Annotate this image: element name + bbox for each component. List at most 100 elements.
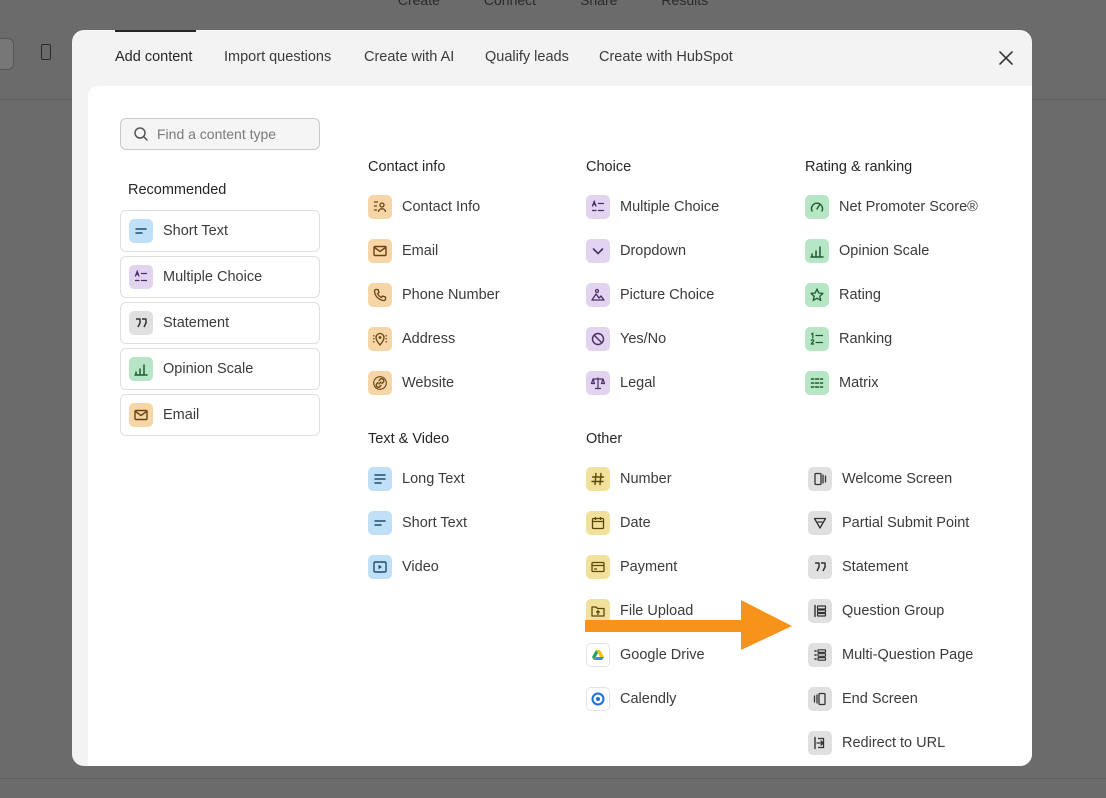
tab-create-with-hubspot[interactable]: Create with HubSpot <box>599 49 733 65</box>
item-welcome-screen[interactable]: Welcome Screen <box>808 466 952 492</box>
recommended-item-label: Statement <box>163 315 230 331</box>
background-nav-share: Share <box>580 0 618 8</box>
other-heading: Other <box>586 431 623 447</box>
multiple-choice-icon <box>586 195 610 219</box>
item-email[interactable]: Email <box>368 238 438 264</box>
question-group-icon <box>808 599 832 623</box>
item-label: Question Group <box>842 603 945 619</box>
background-nav-results: Results <box>661 0 709 8</box>
search-icon <box>134 127 148 141</box>
item-label: Website <box>402 375 455 391</box>
chevron-down-icon <box>586 239 610 263</box>
item-label: Opinion Scale <box>839 243 930 259</box>
long-text-icon <box>368 467 392 491</box>
ranking-icon <box>805 327 829 351</box>
recommended-item-label: Opinion Scale <box>163 361 254 377</box>
item-rating[interactable]: Rating <box>805 282 881 308</box>
item-question-group[interactable]: Question Group <box>808 598 944 624</box>
item-payment[interactable]: Payment <box>586 554 677 580</box>
item-dropdown[interactable]: Dropdown <box>586 238 686 264</box>
search-input[interactable] <box>157 126 307 142</box>
item-label: Multiple Choice <box>620 199 720 215</box>
item-label: Picture Choice <box>620 287 715 303</box>
tab-create-with-ai[interactable]: Create with AI <box>364 49 454 65</box>
item-number[interactable]: Number <box>586 466 672 492</box>
modal-tabbar: Add content Import questions Create with… <box>72 30 1032 86</box>
item-label: Matrix <box>839 375 879 391</box>
close-icon <box>999 51 1013 65</box>
item-label: Statement <box>842 559 909 575</box>
item-address[interactable]: Address <box>368 326 455 352</box>
item-legal[interactable]: Legal <box>586 370 655 396</box>
tab-add-content[interactable]: Add content <box>115 49 192 65</box>
quote-icon <box>129 311 153 335</box>
item-label: Contact Info <box>402 199 481 215</box>
recommended-short-text[interactable]: Short Text <box>120 210 320 252</box>
item-partial-submit-point[interactable]: Partial Submit Point <box>808 510 969 536</box>
item-website[interactable]: Website <box>368 370 454 396</box>
rating-ranking-heading: Rating & ranking <box>805 159 913 175</box>
item-yes-no[interactable]: Yes/No <box>586 326 666 352</box>
recommended-statement[interactable]: Statement <box>120 302 320 344</box>
yes-no-icon <box>586 327 610 351</box>
recommended-heading: Recommended <box>128 182 227 198</box>
envelope-icon <box>368 239 392 263</box>
item-label: Email <box>402 243 439 259</box>
item-label: Dropdown <box>620 243 687 259</box>
item-multi-question-page[interactable]: Multi-Question Page <box>808 642 973 668</box>
item-picture-choice[interactable]: Picture Choice <box>586 282 714 308</box>
item-video[interactable]: Video <box>368 554 439 580</box>
close-button[interactable] <box>996 48 1016 68</box>
item-opinion-scale[interactable]: Opinion Scale <box>805 238 929 264</box>
recommended-item-label: Multiple Choice <box>163 269 263 285</box>
bar-chart-icon <box>805 239 829 263</box>
tab-qualify-leads[interactable]: Qualify leads <box>485 49 569 65</box>
item-label: Welcome Screen <box>842 471 953 487</box>
item-label: Address <box>402 331 456 347</box>
item-label: Number <box>620 471 672 487</box>
item-short-text[interactable]: Short Text <box>368 510 467 536</box>
recommended-opinion-scale[interactable]: Opinion Scale <box>120 348 320 390</box>
background-nav-create: Create <box>397 0 440 8</box>
contact-info-heading: Contact info <box>368 159 446 175</box>
welcome-screen-icon <box>808 467 832 491</box>
search-box[interactable] <box>120 118 320 150</box>
item-label: Redirect to URL <box>842 735 946 751</box>
item-redirect-to-url[interactable]: Redirect to URL <box>808 730 945 756</box>
item-net-promoter-score[interactable]: Net Promoter Score® <box>805 194 978 220</box>
contact-card-icon <box>368 195 392 219</box>
choice-heading: Choice <box>586 159 632 175</box>
redirect-icon <box>808 731 832 755</box>
background-nav: Create Connect Share Results <box>0 0 1106 30</box>
item-ranking[interactable]: Ranking <box>805 326 892 352</box>
multi-question-icon <box>808 643 832 667</box>
credit-card-icon <box>586 555 610 579</box>
picture-icon <box>586 283 610 307</box>
item-contact-info[interactable]: Contact Info <box>368 194 480 220</box>
item-label: Legal <box>620 375 656 391</box>
item-label: Calendly <box>620 691 677 707</box>
bar-chart-icon <box>129 357 153 381</box>
item-date[interactable]: Date <box>586 510 651 536</box>
calendar-icon <box>586 511 610 535</box>
item-phone-number[interactable]: Phone Number <box>368 282 500 308</box>
item-label: Rating <box>839 287 881 303</box>
text-video-heading: Text & Video <box>368 431 450 447</box>
tab-import-questions[interactable]: Import questions <box>224 49 331 65</box>
item-end-screen[interactable]: End Screen <box>808 686 918 712</box>
item-multiple-choice[interactable]: Multiple Choice <box>586 194 719 220</box>
video-icon <box>368 555 392 579</box>
background-toolbar-control <box>0 38 14 70</box>
map-pin-icon <box>368 327 392 351</box>
recommended-multiple-choice[interactable]: Multiple Choice <box>120 256 320 298</box>
short-text-icon <box>368 511 392 535</box>
item-matrix[interactable]: Matrix <box>805 370 878 396</box>
content-panel: Recommended Short Text Multiple Choice S… <box>88 86 1032 766</box>
end-screen-icon <box>808 687 832 711</box>
gauge-icon <box>805 195 829 219</box>
item-statement[interactable]: Statement <box>808 554 908 580</box>
multiple-choice-icon <box>129 265 153 289</box>
item-long-text[interactable]: Long Text <box>368 466 465 492</box>
item-calendly[interactable]: Calendly <box>586 686 676 712</box>
recommended-email[interactable]: Email <box>120 394 320 436</box>
